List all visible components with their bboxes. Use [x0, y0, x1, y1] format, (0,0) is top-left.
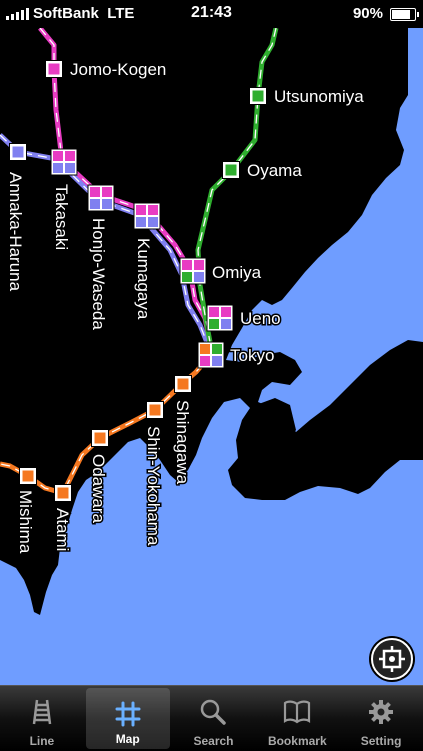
- gear-icon: [369, 700, 394, 724]
- station-oyama[interactable]: Oyama: [222, 160, 304, 182]
- station-atami[interactable]: Atami: [52, 484, 74, 553]
- tab-line[interactable]: Line: [0, 686, 84, 751]
- station-line-color: [200, 356, 210, 366]
- station-label: Annaka-Haruna: [6, 172, 25, 292]
- tab-search[interactable]: Search: [172, 686, 256, 751]
- station-line-color: [136, 217, 146, 227]
- station-line-color: [22, 470, 34, 482]
- station-tokyo[interactable]: Tokyo: [197, 341, 276, 369]
- station-label: Kumagaya: [134, 238, 153, 320]
- station-line-color: [136, 205, 146, 215]
- station-line-color: [221, 319, 231, 329]
- station-label: Jomo-Kogen: [70, 60, 166, 79]
- station-label: Honjo-Waseda: [89, 218, 108, 330]
- rail-icon: [32, 699, 52, 725]
- station-line-color: [57, 487, 69, 499]
- battery-icon: [390, 8, 419, 21]
- status-bar: SoftBank LTE 21:43 90%: [0, 0, 423, 28]
- station-line-color: [212, 356, 222, 366]
- station-odawara[interactable]: Odawara: [88, 429, 110, 525]
- station-line-color: [200, 344, 210, 354]
- station-label: Atami: [53, 508, 72, 551]
- grid-icon: [115, 701, 141, 727]
- station-line-color: [102, 187, 112, 197]
- rail-map[interactable]: Jomo-Kogen Utsunomiya Oyama Annaka-Haruna Ta…: [0, 28, 423, 685]
- station-label: Odawara: [89, 454, 108, 524]
- tab-label: Search: [193, 734, 234, 748]
- station-line-color: [148, 205, 158, 215]
- station-line-color: [149, 404, 161, 416]
- station-line-color: [212, 344, 222, 354]
- book-icon: [284, 700, 311, 724]
- station-line-color: [65, 151, 75, 161]
- station-line-color: [209, 307, 219, 317]
- tab-map[interactable]: Map: [85, 688, 170, 749]
- station-label: Shin-Yokohama: [144, 426, 163, 546]
- station-line-color: [177, 378, 189, 390]
- station-line-color: [102, 199, 112, 209]
- station-line-color: [182, 272, 192, 282]
- station-line-color: [221, 307, 231, 317]
- station-line-color: [53, 163, 63, 173]
- tab-label: Map: [115, 732, 140, 746]
- battery-percent: 90%: [352, 5, 383, 22]
- tab-setting[interactable]: Setting: [339, 686, 423, 751]
- station-mishima[interactable]: Mishima: [15, 467, 37, 555]
- station-label: Ueno: [240, 309, 281, 328]
- station-label: Mishima: [16, 490, 35, 554]
- station-line-color: [90, 199, 100, 209]
- station-line-color: [252, 90, 264, 102]
- station-line-color: [182, 260, 192, 270]
- station-line-color: [90, 187, 100, 197]
- station-line-color: [148, 217, 158, 227]
- station-utsunomiya[interactable]: Utsunomiya: [249, 86, 366, 108]
- station-label: Oyama: [247, 161, 302, 180]
- station-line-color: [53, 151, 63, 161]
- station-line-color: [194, 260, 204, 270]
- station-line-color: [94, 432, 106, 444]
- station-label: Omiya: [212, 263, 262, 282]
- locate-icon: [379, 646, 405, 672]
- station-line-color: [48, 63, 60, 75]
- tab-label: Setting: [360, 734, 402, 748]
- station-shinagawa[interactable]: Shinagawa: [172, 375, 194, 486]
- station-label: Utsunomiya: [274, 87, 364, 106]
- tab-label: Line: [29, 734, 55, 748]
- search-icon: [201, 699, 227, 725]
- tab-bar: Line Map Search Bookmark Setting: [0, 685, 423, 751]
- station-label: Tokyo: [230, 346, 274, 365]
- locate-button[interactable]: [371, 638, 413, 680]
- tab-label: Bookmark: [267, 734, 327, 748]
- station-label: Takasaki: [52, 184, 71, 250]
- station-line-color: [194, 272, 204, 282]
- station-line-color: [65, 163, 75, 173]
- station-line-color: [225, 164, 237, 176]
- station-ueno[interactable]: Ueno: [206, 304, 282, 332]
- station-line-color: [12, 146, 24, 158]
- station-line-color: [209, 319, 219, 329]
- tab-bookmark[interactable]: Bookmark: [255, 686, 339, 751]
- station-label: Shinagawa: [173, 400, 192, 485]
